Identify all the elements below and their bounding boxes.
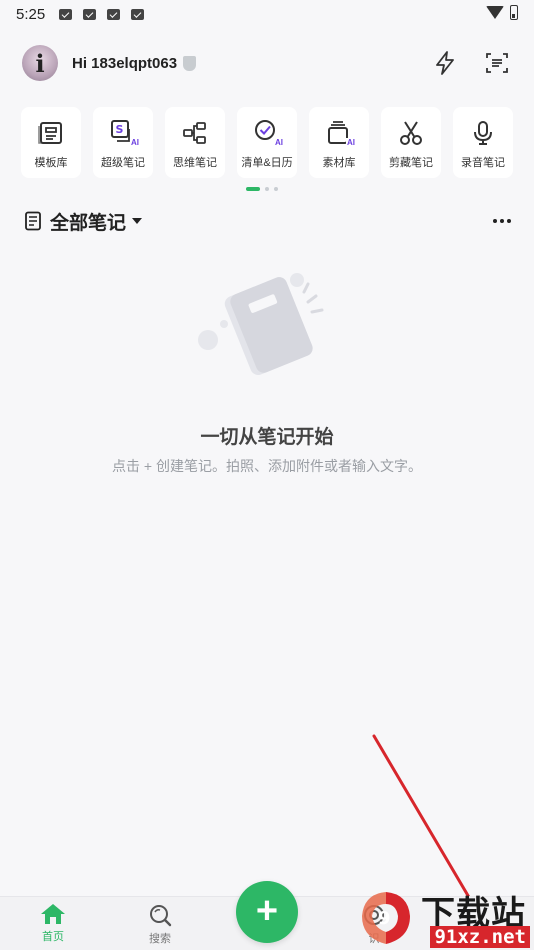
- tools-pager: [246, 187, 278, 191]
- scan-button[interactable]: [482, 48, 512, 78]
- lightning-icon: [436, 51, 454, 75]
- nav-label: 首页: [42, 931, 64, 943]
- mic-icon: [469, 119, 497, 147]
- template-icon: [37, 119, 65, 147]
- battery-icon: [510, 5, 518, 20]
- tool-label: 超级笔记: [101, 157, 145, 169]
- empty-state-description: 点击 + 创建笔记。拍照、添加附件或者输入文字。: [112, 458, 422, 474]
- header: i Hi 183elqpt063: [22, 44, 512, 82]
- nav-search[interactable]: 搜索: [130, 903, 190, 946]
- nav-home[interactable]: 首页: [23, 903, 83, 944]
- tool-material[interactable]: AI 素材库: [309, 107, 369, 178]
- nav-label: 搜索: [149, 933, 171, 945]
- tool-label: 剪藏笔记: [389, 157, 433, 169]
- wifi-icon: [486, 6, 504, 19]
- quick-tools: 模板库 S AI 超级笔记 思维笔记 AI 清单&日历 AI 素材库 剪藏笔记 …: [21, 107, 515, 179]
- watermark-url: 91xz.net: [430, 926, 530, 948]
- empty-state-title: 一切从笔记开始: [200, 427, 334, 448]
- checklist-icon: AI: [253, 119, 284, 147]
- pager-dot[interactable]: [274, 187, 278, 191]
- watermark-logo: 9 下载站 91xz.net: [356, 886, 532, 950]
- mail-icon: [83, 8, 97, 20]
- tool-audio[interactable]: 录音笔记: [453, 107, 513, 178]
- header-actions: [430, 48, 512, 78]
- mindmap-icon: [181, 119, 209, 147]
- status-right: [486, 5, 518, 20]
- lightning-button[interactable]: [430, 48, 460, 78]
- status-bar: 5:25: [0, 0, 534, 28]
- tool-mindmap[interactable]: 思维笔记: [165, 107, 225, 178]
- tool-template[interactable]: 模板库: [21, 107, 81, 178]
- avatar[interactable]: i: [22, 45, 58, 81]
- scan-icon: [486, 53, 508, 73]
- tool-label: 模板库: [34, 157, 68, 169]
- tool-checklist[interactable]: AI 清单&日历: [237, 107, 297, 178]
- super-note-icon: S AI: [109, 119, 140, 147]
- home-icon: [41, 904, 65, 924]
- search-icon: [150, 905, 172, 927]
- tool-label: 录音笔记: [461, 157, 505, 169]
- mail-icon: [107, 8, 121, 20]
- material-icon: AI: [325, 119, 356, 147]
- create-note-button[interactable]: +: [236, 881, 298, 943]
- watermark-emblem-icon: 9: [362, 892, 410, 944]
- pager-dot[interactable]: [246, 187, 260, 191]
- tool-label: 思维笔记: [173, 157, 217, 169]
- svg-text:9: 9: [378, 908, 391, 929]
- more-dots-icon: [493, 219, 511, 223]
- ai-badge: AI: [274, 138, 284, 147]
- svg-text:S: S: [116, 123, 124, 136]
- tool-super-note[interactable]: S AI 超级笔记: [93, 107, 153, 178]
- more-options-button[interactable]: [490, 211, 514, 231]
- status-time: 5:25: [16, 5, 46, 23]
- empty-notebook-illustration: [198, 273, 324, 375]
- ai-badge: AI: [130, 138, 140, 147]
- tool-label: 清单&日历: [241, 157, 293, 169]
- ai-badge: AI: [346, 138, 356, 147]
- tool-clip[interactable]: 剪藏笔记: [381, 107, 441, 178]
- pager-dot[interactable]: [265, 187, 269, 191]
- plus-icon: +: [255, 889, 279, 932]
- greeting[interactable]: Hi 183elqpt063: [72, 55, 177, 72]
- vip-badge-icon[interactable]: [183, 55, 197, 71]
- notebook-icon: [25, 211, 41, 231]
- scissors-icon: [397, 119, 425, 147]
- notes-filter-dropdown[interactable]: 全部笔记: [50, 208, 126, 235]
- avatar-letter: i: [35, 48, 45, 78]
- tool-label: 素材库: [322, 157, 356, 169]
- mail-icon: [59, 8, 73, 20]
- chevron-down-icon[interactable]: [132, 218, 143, 224]
- app-a-icon: [131, 8, 145, 20]
- notes-section-header: 全部笔记: [24, 207, 514, 235]
